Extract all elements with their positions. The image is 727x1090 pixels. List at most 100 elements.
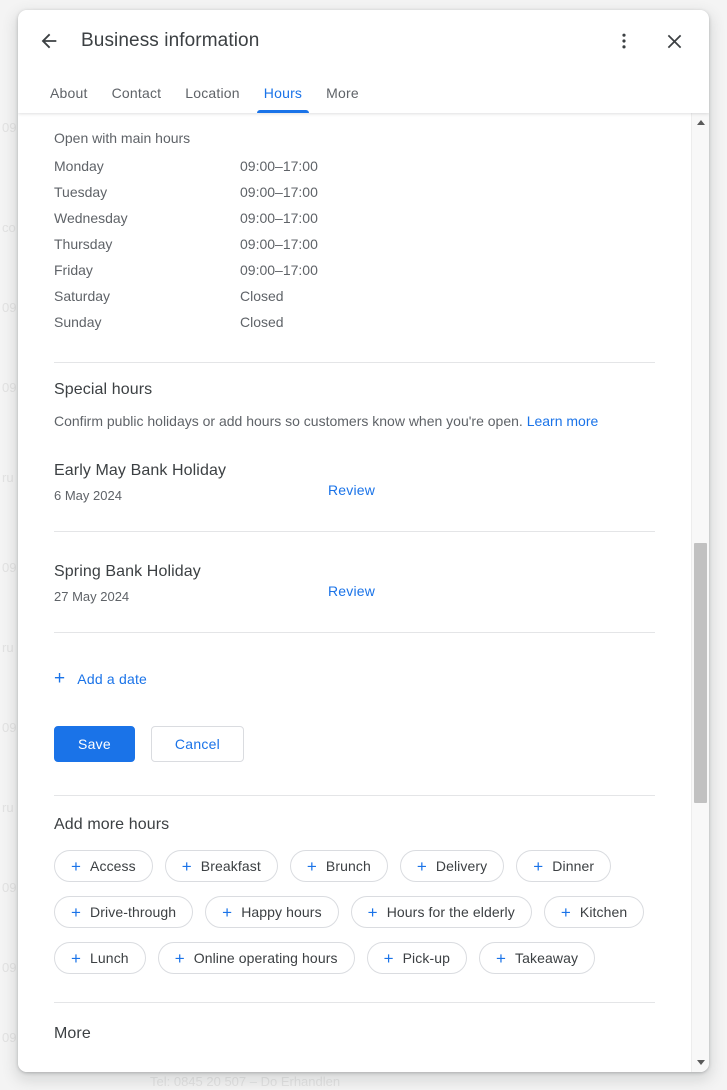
holiday-name: Spring Bank Holiday (54, 563, 201, 580)
chip-label: Pick-up (402, 950, 450, 966)
back-arrow-icon[interactable] (28, 20, 70, 62)
learn-more-link[interactable]: Learn more (527, 413, 599, 429)
chip-lunch[interactable]: + Lunch (54, 942, 146, 974)
review-link[interactable]: Review (328, 462, 375, 498)
plus-icon: + (306, 856, 317, 876)
hours-time: 09:00–17:00 (240, 158, 318, 174)
chip-kitchen[interactable]: + Kitchen (543, 896, 645, 928)
hours-time: Closed (240, 288, 284, 304)
close-icon[interactable] (653, 20, 695, 62)
chip-label: Brunch (325, 858, 371, 874)
table-row: Tuesday 09:00–17:00 (54, 179, 655, 205)
background-text: ru (2, 470, 14, 485)
chip-label: Access (90, 858, 136, 874)
save-button[interactable]: Save (54, 726, 135, 762)
special-hours-description-text: Confirm public holidays or add hours so … (54, 413, 523, 429)
table-row: Friday 09:00–17:00 (54, 257, 655, 283)
list-item: Spring Bank Holiday 27 May 2024 Review (54, 532, 655, 632)
tab-location[interactable]: Location (173, 85, 252, 113)
hours-day: Thursday (54, 236, 113, 252)
background-text: ru (2, 640, 14, 655)
more-heading: More (54, 1025, 91, 1042)
dialog-header: Business information About Contact Locat… (18, 10, 709, 113)
page-title: Business information (81, 30, 260, 51)
dialog-content: Hours Open with main hours Monday 09:00–… (18, 113, 691, 1072)
holiday-date: 6 May 2024 (54, 488, 122, 503)
more-section: More From the business (54, 1003, 655, 1072)
plus-icon: + (560, 902, 571, 922)
scrollbar-thumb[interactable] (694, 543, 707, 803)
holiday-info: Spring Bank Holiday 27 May 2024 (54, 563, 328, 604)
chip-dinner[interactable]: + Dinner (516, 850, 612, 882)
tab-bar: About Contact Location Hours More (18, 72, 709, 113)
plus-icon: + (71, 856, 82, 876)
hours-table: Monday 09:00–17:00 Tuesday 09:00–17:00 W… (54, 153, 655, 335)
tab-contact[interactable]: Contact (100, 85, 174, 113)
cancel-button[interactable]: Cancel (150, 726, 245, 762)
from-the-business-label: From the business (54, 1071, 655, 1072)
caret-up-icon[interactable] (692, 114, 709, 131)
chip-delivery[interactable]: + Delivery (399, 850, 505, 882)
add-more-hours-heading: Add more hours (54, 816, 170, 833)
chip-label: Lunch (90, 950, 129, 966)
hours-time: 09:00–17:00 (240, 262, 318, 278)
hours-day: Sunday (54, 314, 102, 330)
tab-about[interactable]: About (38, 85, 100, 113)
add-a-date-button[interactable]: + Add a date (54, 665, 147, 692)
chip-online-operating-hours[interactable]: + Online operating hours (157, 942, 355, 974)
special-hours-heading: Special hours (54, 381, 153, 398)
plus-icon: + (367, 902, 378, 922)
background-text: ru (2, 800, 14, 815)
hours-day: Wednesday (54, 210, 128, 226)
business-information-dialog: Business information About Contact Locat… (18, 10, 709, 1072)
background-text: 09 (2, 1030, 17, 1045)
background-text: 09 (2, 120, 17, 135)
plus-icon: + (383, 948, 394, 968)
add-more-hours-chips: + Access + Breakfast + Brunch + Delivery + Di… (54, 850, 655, 974)
holiday-info: Early May Bank Holiday 6 May 2024 (54, 462, 328, 503)
plus-icon: + (71, 948, 82, 968)
plus-icon: + (533, 856, 544, 876)
hours-time: Closed (240, 314, 284, 330)
tab-more[interactable]: More (314, 85, 371, 113)
plus-icon: + (181, 856, 192, 876)
table-row: Thursday 09:00–17:00 (54, 231, 655, 257)
plus-icon: + (222, 902, 233, 922)
background-text: 09 (2, 880, 17, 895)
table-row: Monday 09:00–17:00 (54, 153, 655, 179)
chip-access[interactable]: + Access (54, 850, 153, 882)
review-link[interactable]: Review (328, 563, 375, 599)
background-text: co (2, 220, 16, 235)
hours-heading: Hours (54, 113, 655, 117)
dialog-titlebar: Business information (18, 10, 709, 72)
add-more-hours-section: Add more hours + Access + Breakfast + Brunc… (54, 796, 655, 974)
chip-label: Hours for the elderly (386, 904, 515, 920)
more-vert-icon[interactable] (603, 20, 645, 62)
tab-hours[interactable]: Hours (252, 85, 314, 113)
background-text: 09 (2, 560, 17, 575)
chip-takeaway[interactable]: + Takeaway (479, 942, 596, 974)
chip-label: Online operating hours (193, 950, 338, 966)
table-row: Wednesday 09:00–17:00 (54, 205, 655, 231)
hours-day: Saturday (54, 288, 111, 304)
form-actions: Save Cancel (54, 726, 655, 762)
chip-pick-up[interactable]: + Pick-up (366, 942, 467, 974)
chip-label: Kitchen (579, 904, 628, 920)
vertical-scrollbar[interactable] (691, 113, 709, 1072)
chip-drive-through[interactable]: + Drive-through (54, 896, 194, 928)
chip-hours-for-the-elderly[interactable]: + Hours for the elderly (350, 896, 532, 928)
divider (54, 632, 655, 633)
chip-brunch[interactable]: + Brunch (289, 850, 388, 882)
table-row: Sunday Closed (54, 309, 655, 335)
background-text: Tel: 0845 20 507 – Do Erhandlen (150, 1074, 341, 1089)
chip-label: Drive-through (90, 904, 177, 920)
plus-icon: + (174, 948, 185, 968)
special-hours-description: Confirm public holidays or add hours so … (54, 411, 655, 431)
background-text: 09 (2, 300, 17, 315)
chip-happy-hours[interactable]: + Happy hours (205, 896, 339, 928)
background-text: 09 (2, 720, 17, 735)
caret-down-icon[interactable] (692, 1054, 709, 1071)
plus-icon: + (54, 668, 66, 689)
dialog-scroll-body: Hours Open with main hours Monday 09:00–… (18, 113, 709, 1072)
chip-breakfast[interactable]: + Breakfast (164, 850, 278, 882)
